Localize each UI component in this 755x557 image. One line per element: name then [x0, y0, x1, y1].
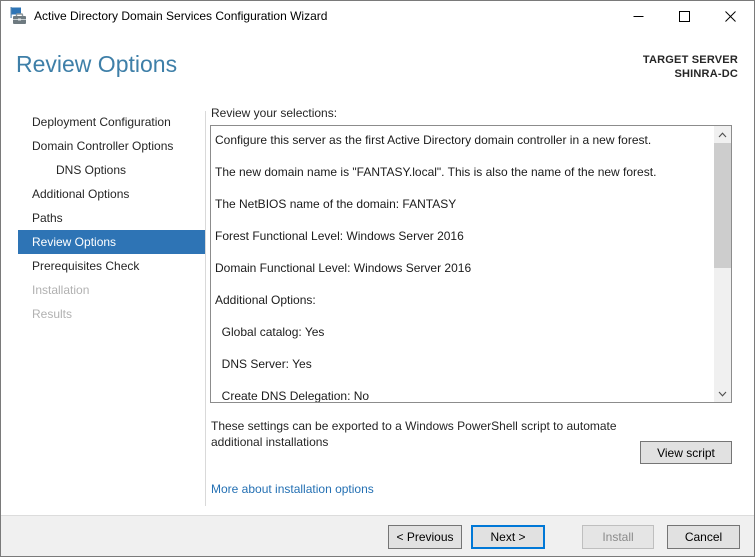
- sidebar-item-dns-options[interactable]: DNS Options: [18, 158, 205, 182]
- maximize-button[interactable]: [661, 1, 707, 31]
- window-controls: [615, 1, 753, 31]
- close-icon: [724, 10, 736, 22]
- target-server-name: SHINRA-DC: [674, 68, 738, 80]
- scrollbar[interactable]: [714, 126, 731, 402]
- target-server-label: TARGET SERVER: [642, 54, 738, 66]
- sidebar-item-installation: Installation: [32, 283, 90, 297]
- install-button: Install: [582, 525, 654, 549]
- export-note: These settings can be exported to a Wind…: [211, 419, 617, 449]
- wizard-nav: Deployment Configuration Domain Controlle…: [1, 110, 205, 326]
- scrollbar-thumb[interactable]: [714, 143, 731, 268]
- sidebar-item-deployment-configuration[interactable]: Deployment Configuration: [18, 110, 205, 134]
- next-button[interactable]: Next >: [471, 525, 545, 549]
- adds-wizard-icon: [9, 7, 27, 25]
- nav-divider: [205, 111, 206, 506]
- page-title: Review Options: [16, 51, 178, 77]
- sidebar-item-paths[interactable]: Paths: [18, 206, 205, 230]
- maximize-icon: [678, 10, 690, 22]
- view-script-button[interactable]: View script: [640, 441, 732, 464]
- chevron-up-icon: [718, 131, 727, 137]
- more-about-link[interactable]: More about installation options: [211, 482, 374, 496]
- previous-button[interactable]: < Previous: [388, 525, 462, 549]
- sidebar-item-prerequisites-check[interactable]: Prerequisites Check: [18, 254, 205, 278]
- sidebar-item-review-options[interactable]: Review Options: [18, 230, 205, 254]
- scroll-up-button[interactable]: [714, 126, 731, 143]
- review-box[interactable]: Configure this server as the first Activ…: [210, 125, 732, 403]
- review-text: Configure this server as the first Activ…: [215, 133, 657, 402]
- cancel-button[interactable]: Cancel: [667, 525, 740, 549]
- sidebar-item-results: Results: [32, 307, 73, 321]
- target-server-block: TARGET SERVER SHINRA-DC: [643, 53, 738, 81]
- minimize-button[interactable]: [615, 1, 661, 31]
- sidebar-item-additional-options[interactable]: Additional Options: [18, 182, 205, 206]
- review-selections-label: Review your selections:: [211, 106, 338, 120]
- window-title: Active Directory Domain Services Configu…: [34, 9, 328, 23]
- minimize-icon: [633, 15, 643, 17]
- close-button[interactable]: [707, 1, 753, 31]
- scroll-down-button[interactable]: [714, 385, 731, 402]
- wizard-window: Active Directory Domain Services Configu…: [0, 0, 755, 557]
- sidebar-item-domain-controller-options[interactable]: Domain Controller Options: [18, 134, 205, 158]
- titlebar: Active Directory Domain Services Configu…: [1, 1, 754, 31]
- chevron-down-icon: [718, 391, 727, 397]
